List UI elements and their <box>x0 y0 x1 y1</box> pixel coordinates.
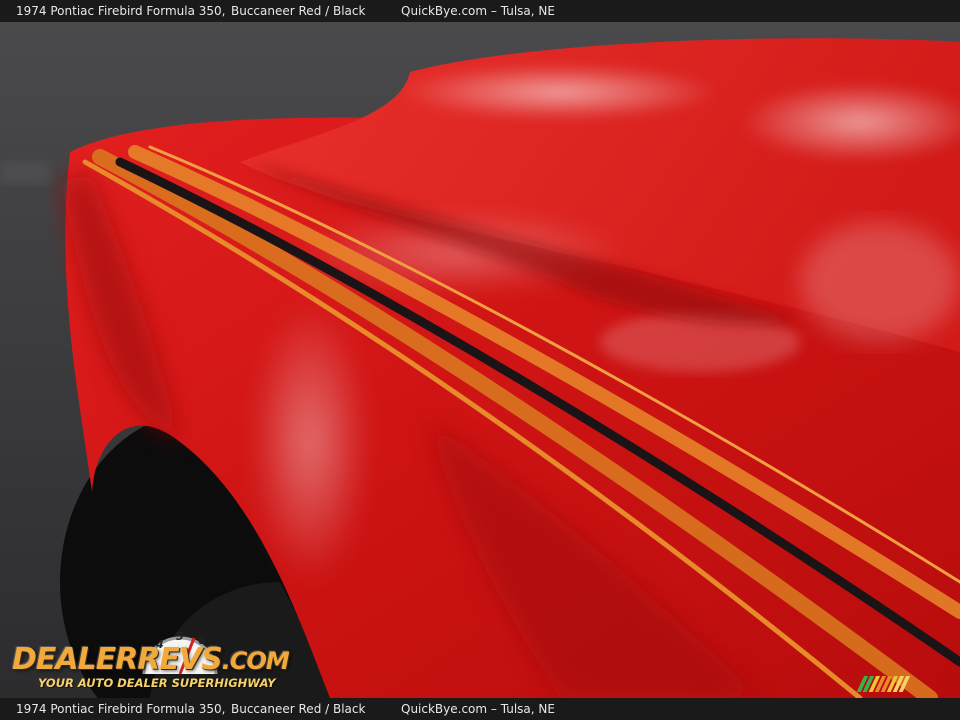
color-stripes-icon <box>856 676 911 692</box>
dealerrevs-watermark: 4 5 6 DEALERREVS.COM YOUR AUTO DEALER SU… <box>12 622 290 694</box>
car-photo <box>0 22 960 698</box>
caption-color: Buccaneer Red / Black <box>231 702 366 716</box>
caption-site: QuickBye.com – Tulsa, NE <box>401 702 555 716</box>
watermark-brand: DEALERREVS.COM <box>12 642 290 677</box>
caption-title: 1974 Pontiac Firebird Formula 350, <box>16 4 226 18</box>
watermark-tagline: YOUR AUTO DEALER SUPERHIGHWAY <box>38 676 276 690</box>
bottom-caption-bar: 1974 Pontiac Firebird Formula 350, Bucca… <box>0 698 960 720</box>
top-caption-bar: 1974 Pontiac Firebird Formula 350, Bucca… <box>0 0 960 22</box>
caption-color: Buccaneer Red / Black <box>231 4 366 18</box>
caption-title: 1974 Pontiac Firebird Formula 350, <box>16 702 226 716</box>
caption-site: QuickBye.com – Tulsa, NE <box>401 4 555 18</box>
